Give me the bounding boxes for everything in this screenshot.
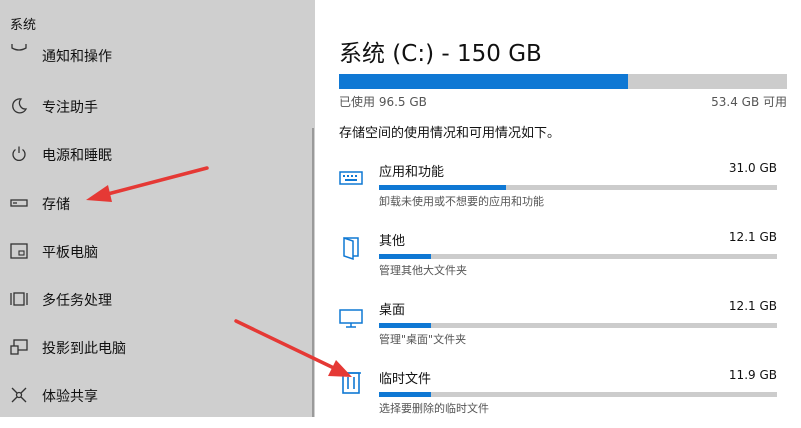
drive-usage-bar — [339, 74, 787, 89]
tablet-icon — [10, 243, 28, 259]
sidebar-scrollbar[interactable] — [312, 128, 314, 417]
sidebar-item-label: 专注助手 — [42, 100, 98, 116]
category-subtitle: 选择要删除的临时文件 — [379, 402, 489, 415]
sidebar-item-power-sleep[interactable]: 电源和睡眠 — [0, 134, 315, 174]
category-other[interactable]: 其他 12.1 GB 管理其他大文件夹 — [315, 230, 801, 290]
category-size: 12.1 GB — [728, 299, 777, 313]
category-subtitle: 管理"桌面"文件夹 — [379, 333, 467, 346]
category-bar — [379, 323, 777, 328]
storage-description: 存储空间的使用情况和可用情况如下。 — [339, 126, 561, 141]
sidebar-item-shared-experiences[interactable]: 体验共享 — [0, 375, 315, 415]
drive-title: 系统 (C:) - 150 GB — [339, 41, 542, 67]
share-icon — [11, 387, 27, 403]
category-bar — [379, 185, 777, 190]
multitasking-icon — [10, 292, 28, 306]
category-size: 11.9 GB — [728, 368, 777, 382]
power-icon — [12, 146, 26, 161]
category-size: 12.1 GB — [728, 230, 777, 244]
category-apps-features[interactable]: 应用和功能 31.0 GB 卸载未使用或不想要的应用和功能 — [315, 161, 801, 221]
moon-icon — [12, 98, 28, 114]
sidebar-item-project-to-pc[interactable]: 投影到此电脑 — [0, 327, 315, 367]
category-temp-files[interactable]: 临时文件 11.9 GB 选择要删除的临时文件 — [315, 368, 801, 428]
sidebar-item-label: 电源和睡眠 — [42, 148, 112, 164]
category-bar-fill — [379, 392, 431, 397]
sidebar-item-label: 投影到此电脑 — [42, 341, 126, 357]
drive-usage-fill — [339, 74, 628, 89]
category-name: 其他 — [379, 234, 406, 249]
category-bar-fill — [379, 185, 507, 190]
category-bar-fill — [379, 254, 431, 259]
sidebar-item-notifications[interactable]: 通知和操作 — [0, 38, 315, 72]
category-bar — [379, 254, 777, 259]
sidebar-item-label: 通知和操作 — [42, 49, 112, 65]
sidebar: 系统 通知和操作 专注助手 电源和睡眠 存储 平板电脑 多任务处理 投影到此电脑… — [0, 0, 315, 417]
notification-icon — [11, 44, 27, 51]
trash-icon — [341, 372, 361, 394]
monitor-icon — [339, 309, 363, 328]
used-space-text: 已使用 96.5 GB — [339, 95, 427, 109]
sidebar-item-label: 平板电脑 — [42, 245, 98, 261]
category-subtitle: 卸载未使用或不想要的应用和功能 — [379, 195, 544, 208]
category-subtitle: 管理其他大文件夹 — [379, 264, 467, 277]
sidebar-item-tablet[interactable]: 平板电脑 — [0, 231, 315, 271]
folder-icon — [343, 236, 359, 260]
sidebar-title: 系统 — [10, 18, 37, 33]
sidebar-item-label: 体验共享 — [42, 389, 98, 405]
category-bar-fill — [379, 323, 431, 328]
storage-icon — [10, 199, 28, 207]
category-size: 31.0 GB — [728, 161, 777, 175]
sidebar-item-label: 多任务处理 — [42, 293, 112, 309]
sidebar-item-focus-assist[interactable]: 专注助手 — [0, 86, 315, 126]
project-icon — [10, 339, 28, 355]
category-name: 桌面 — [379, 303, 406, 318]
apps-keyboard-icon — [339, 171, 363, 185]
category-name: 临时文件 — [379, 372, 432, 387]
sidebar-item-storage[interactable]: 存储 — [0, 183, 315, 223]
storage-panel: 系统 (C:) - 150 GB 已使用 96.5 GB 53.4 GB 可用 … — [315, 0, 801, 417]
sidebar-item-multitasking[interactable]: 多任务处理 — [0, 279, 315, 319]
category-bar — [379, 392, 777, 397]
sidebar-item-label: 存储 — [42, 197, 70, 213]
free-space-text: 53.4 GB 可用 — [711, 95, 787, 109]
category-name: 应用和功能 — [379, 165, 445, 180]
category-desktop[interactable]: 桌面 12.1 GB 管理"桌面"文件夹 — [315, 299, 801, 359]
